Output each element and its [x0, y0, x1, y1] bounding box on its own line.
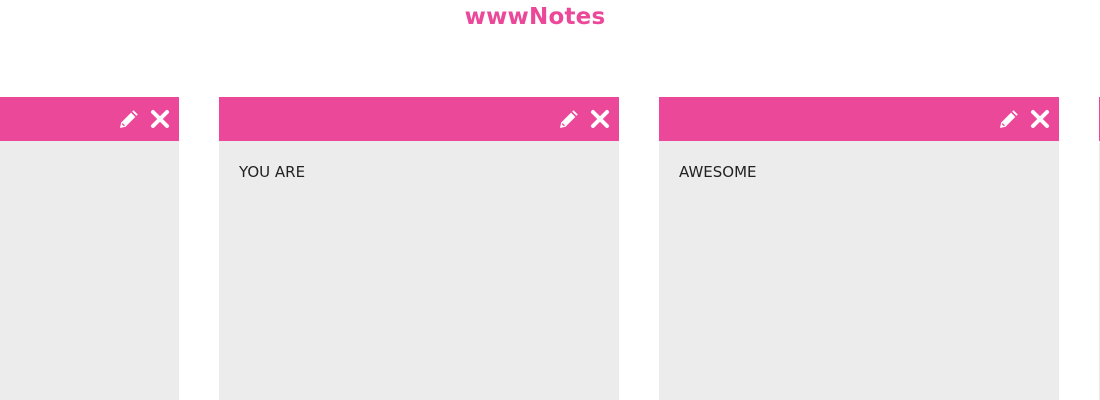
pencil-icon — [120, 110, 138, 128]
pencil-icon — [560, 110, 578, 128]
edit-button[interactable] — [556, 106, 582, 132]
note-text[interactable]: AWESOME — [659, 141, 1059, 203]
note-card[interactable] — [0, 97, 179, 400]
delete-button[interactable] — [147, 106, 173, 132]
note-header — [0, 97, 179, 141]
delete-button[interactable] — [1027, 106, 1053, 132]
notes-row: YOU ARE AWESOME — [0, 97, 1100, 400]
note-toolbar — [556, 106, 613, 132]
note-header — [219, 97, 619, 141]
edit-button[interactable] — [116, 106, 142, 132]
note-toolbar — [996, 106, 1053, 132]
close-icon — [591, 110, 609, 128]
note-text[interactable]: YOU ARE — [219, 141, 619, 203]
pencil-icon — [1000, 110, 1018, 128]
close-icon — [151, 110, 169, 128]
note-header — [659, 97, 1059, 141]
note-toolbar — [116, 106, 173, 132]
page: wwwNotes YOU ARE AWESOME — [0, 0, 1100, 400]
note-card[interactable]: AWESOME — [659, 97, 1059, 400]
note-text[interactable] — [0, 141, 179, 185]
note-card[interactable]: YOU ARE — [219, 97, 619, 400]
app-title: wwwNotes — [464, 4, 606, 30]
delete-button[interactable] — [587, 106, 613, 132]
edit-button[interactable] — [996, 106, 1022, 132]
close-icon — [1031, 110, 1049, 128]
